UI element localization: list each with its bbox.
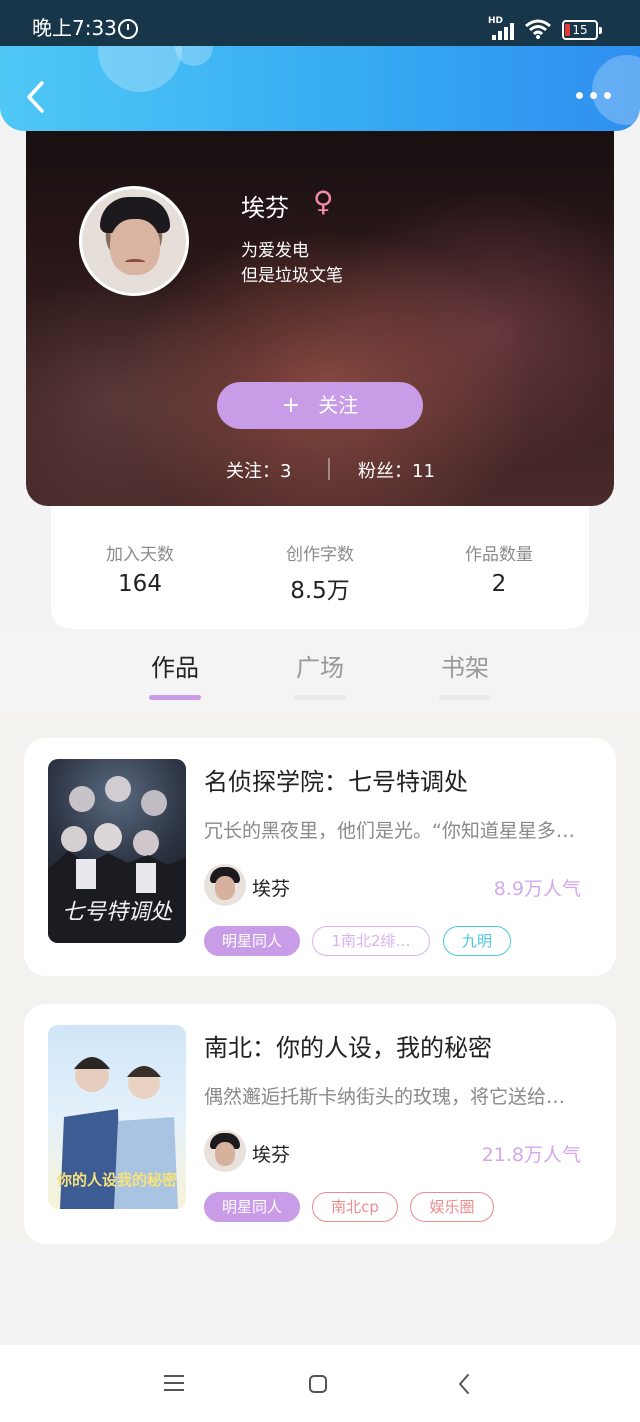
tag[interactable]: 1南北2绯…: [312, 926, 430, 956]
popularity-count: 8.9万人气: [493, 878, 581, 900]
author-name[interactable]: 埃芬: [252, 1140, 290, 1167]
female-icon: ♀: [313, 185, 334, 218]
cover-text: 你的人设我的秘密: [56, 1171, 177, 1189]
book-cover[interactable]: 七号特调处: [48, 759, 186, 943]
tab-square[interactable]: 广场: [280, 648, 360, 700]
stat-label: 创作字数: [286, 545, 354, 565]
status-bar: 晚上7:33 HD 15: [0, 0, 640, 46]
avatar[interactable]: [79, 186, 189, 296]
plus-icon: +: [281, 393, 301, 418]
user-name: 埃芬: [241, 194, 289, 222]
book-description: 冗长的黑夜里，他们是光。“你知道星星多…: [204, 820, 575, 842]
stat-label: 加入天数: [106, 545, 174, 565]
tag[interactable]: 明星同人: [204, 926, 300, 956]
stat-join-days: 加入天数 164: [70, 540, 210, 597]
wifi-icon: [525, 19, 551, 39]
tab-label: 作品: [151, 654, 199, 682]
alarm-icon: [118, 19, 138, 39]
tab-bookshelf[interactable]: 书架: [425, 648, 505, 700]
back-button[interactable]: [22, 80, 52, 114]
tag[interactable]: 南北cp: [312, 1192, 398, 1222]
back-icon[interactable]: [456, 1373, 472, 1395]
app-header: 晚上7:33 HD 15: [0, 0, 640, 131]
tag[interactable]: 九明: [443, 926, 511, 956]
system-nav-bar: [0, 1345, 640, 1422]
popularity-count: 21.8万人气: [481, 1144, 581, 1166]
stat-word-count: 创作字数 8.5万: [250, 540, 390, 605]
book-card[interactable]: 你的人设我的秘密 南北：你的人设，我的秘密 偶然邂逅托斯卡纳街头的玫瑰，将它送给…: [24, 1004, 616, 1244]
book-description: 偶然邂逅托斯卡纳街头的玫瑰，将它送给…: [204, 1086, 566, 1108]
book-cover[interactable]: 你的人设我的秘密: [48, 1025, 186, 1209]
book-card[interactable]: 七号特调处 名侦探学院：七号特调处 冗长的黑夜里，他们是光。“你知道星星多… 埃…: [24, 738, 616, 976]
stats-card: 加入天数 164 创作字数 8.5万 作品数量 2: [51, 506, 589, 629]
following-count[interactable]: 关注：3: [226, 457, 291, 483]
author-name[interactable]: 埃芬: [252, 874, 290, 901]
book-title[interactable]: 名侦探学院：七号特调处: [204, 762, 468, 797]
signal-icon: [492, 20, 518, 40]
tab-indicator: [294, 695, 346, 700]
tab-indicator: [149, 695, 201, 700]
more-options-button[interactable]: [576, 92, 612, 102]
book-title[interactable]: 南北：你的人设，我的秘密: [204, 1028, 492, 1063]
user-bio-line-1: 为爱发电: [241, 241, 309, 261]
follow-button[interactable]: + 关注: [217, 382, 423, 429]
fans-count[interactable]: 粉丝：11: [358, 457, 435, 483]
stat-value: 164: [118, 571, 162, 597]
follow-label: 关注: [318, 393, 359, 417]
divider: [328, 458, 330, 480]
home-icon[interactable]: [309, 1375, 327, 1393]
battery-icon: 15: [562, 20, 602, 40]
tab-label: 广场: [296, 654, 344, 682]
profile-card: 埃芬 ♀ 为爱发电 但是垃圾文笔 + 关注 关注：3 粉丝：11: [26, 100, 614, 506]
author-avatar[interactable]: [204, 864, 246, 906]
stat-value: 8.5万: [290, 578, 350, 604]
tag[interactable]: 娱乐圈: [410, 1192, 494, 1222]
menu-icon[interactable]: [164, 1375, 184, 1391]
stat-works-count: 作品数量 2: [429, 540, 569, 597]
stat-value: 2: [491, 571, 507, 597]
tab-works[interactable]: 作品: [135, 648, 215, 700]
tab-indicator: [439, 695, 491, 700]
tag[interactable]: 明星同人: [204, 1192, 300, 1222]
tab-bar: 作品 广场 书架: [0, 630, 640, 712]
status-time: 晚上7:33: [32, 16, 117, 40]
author-avatar[interactable]: [204, 1130, 246, 1172]
tab-label: 书架: [441, 654, 489, 682]
cover-text: 七号特调处: [62, 900, 173, 925]
user-bio-line-2: 但是垃圾文笔: [241, 266, 343, 286]
stat-label: 作品数量: [465, 545, 533, 565]
